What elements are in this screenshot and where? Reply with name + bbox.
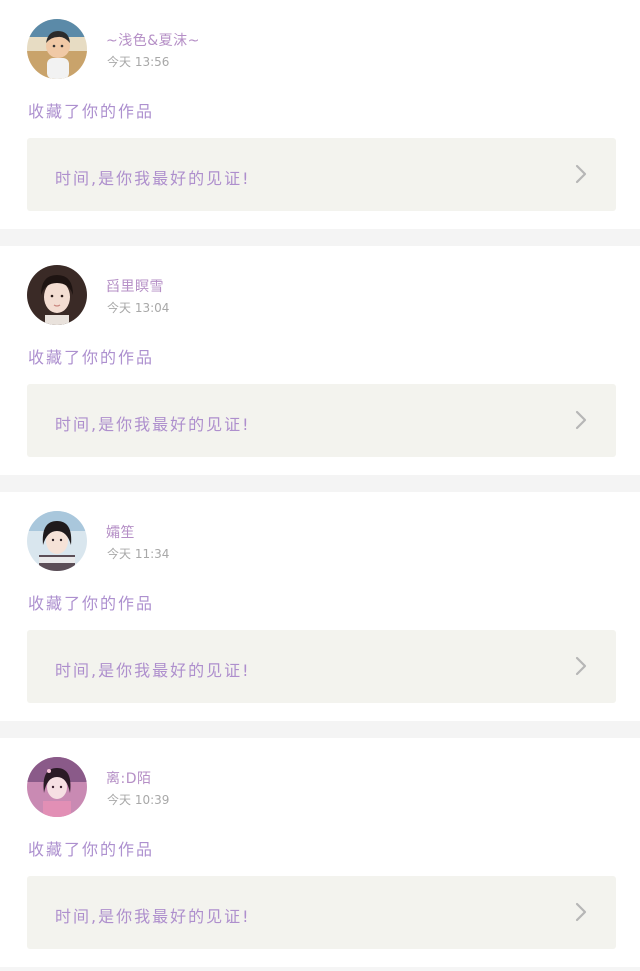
girl-avatar-icon — [27, 511, 87, 571]
avatar[interactable] — [27, 511, 87, 571]
username[interactable]: ~浅色&夏沫~ — [106, 30, 200, 50]
action-text: 收藏了你的作品 — [28, 594, 155, 613]
woman-avatar-icon — [27, 265, 87, 325]
timestamp: 今天 13:04 — [107, 301, 170, 315]
work-link[interactable]: 时间,是你我最好的见证! — [27, 876, 616, 949]
timestamp: 今天 11:34 — [107, 547, 170, 561]
action-text: 收藏了你的作品 — [28, 348, 155, 367]
anime-girl-avatar-icon — [27, 757, 87, 817]
work-link[interactable]: 时间,是你我最好的见证! — [27, 384, 616, 457]
action-text: 收藏了你的作品 — [28, 102, 155, 121]
work-link[interactable]: 时间,是你我最好的见证! — [27, 630, 616, 703]
chevron-right-icon — [575, 410, 587, 430]
divider — [0, 229, 640, 246]
chevron-right-icon — [575, 164, 587, 184]
notification-card: 舀里瞑雪 今天 13:04 收藏了你的作品 时间,是你我最好的见证! — [0, 246, 640, 475]
avatar[interactable] — [27, 19, 87, 79]
action-text: 收藏了你的作品 — [28, 840, 155, 859]
username[interactable]: 孀笙 — [106, 522, 135, 542]
username[interactable]: 舀里瞑雪 — [106, 276, 164, 296]
work-title: 时间,是你我最好的见证! — [55, 661, 251, 680]
work-link[interactable]: 时间,是你我最好的见证! — [27, 138, 616, 211]
work-title: 时间,是你我最好的见证! — [55, 169, 251, 188]
avatar[interactable] — [27, 757, 87, 817]
divider — [0, 475, 640, 492]
divider — [0, 721, 640, 738]
notification-card: 离:D陌 今天 10:39 收藏了你的作品 时间,是你我最好的见证! — [0, 738, 640, 967]
chevron-right-icon — [575, 902, 587, 922]
chevron-right-icon — [575, 656, 587, 676]
notification-feed: ~浅色&夏沫~ 今天 13:56 收藏了你的作品 时间,是你我最好的见证! 舀里… — [0, 0, 640, 967]
notification-card: ~浅色&夏沫~ 今天 13:56 收藏了你的作品 时间,是你我最好的见证! — [0, 0, 640, 229]
timestamp: 今天 13:56 — [107, 55, 170, 69]
notification-card: 孀笙 今天 11:34 收藏了你的作品 时间,是你我最好的见证! — [0, 492, 640, 721]
work-title: 时间,是你我最好的见证! — [55, 415, 251, 434]
avatar[interactable] — [27, 265, 87, 325]
timestamp: 今天 10:39 — [107, 793, 170, 807]
boy-avatar-icon — [27, 19, 87, 79]
work-title: 时间,是你我最好的见证! — [55, 907, 251, 926]
username[interactable]: 离:D陌 — [106, 768, 152, 788]
